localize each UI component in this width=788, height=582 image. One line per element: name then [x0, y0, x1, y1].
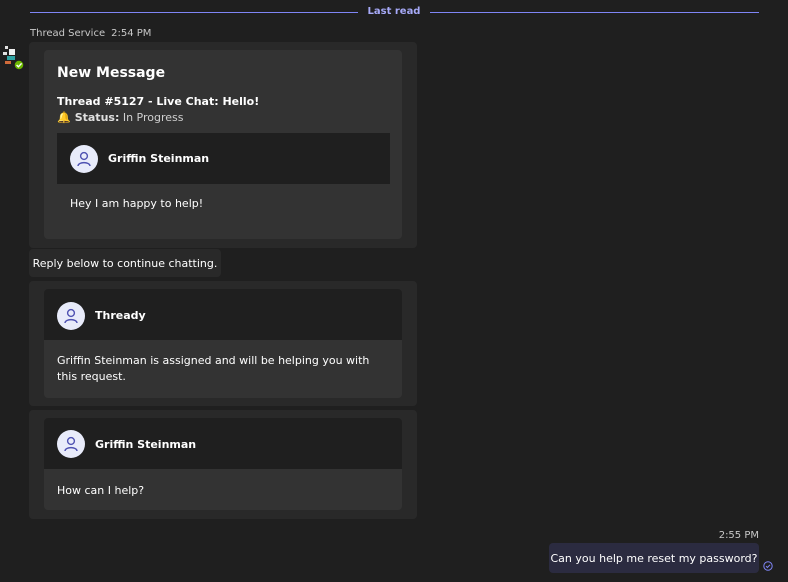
assigned-card: Thready Griffin Steinman is assigned and… — [44, 289, 402, 398]
new-message-card: New Message Thread #5127 - Live Chat: He… — [44, 50, 402, 239]
bell-icon: 🔔 — [57, 111, 71, 124]
agent-name: Griffin Steinman — [108, 152, 210, 165]
card-header: Griffin Steinman — [44, 418, 402, 469]
avatar[interactable] — [57, 302, 85, 330]
thread-title: Thread #5127 - Live Chat: Hello! — [57, 95, 260, 108]
status-line: 🔔 Status: In Progress — [57, 111, 184, 124]
reply-prompt: Reply below to continue chatting. — [29, 249, 221, 277]
last-read-divider-left — [30, 12, 358, 13]
avatar[interactable] — [57, 430, 85, 458]
agent-name: Griffin Steinman — [95, 438, 197, 451]
read-receipt-icon — [763, 561, 773, 571]
message-bubble: Griffin Steinman How can I help? — [29, 410, 417, 519]
thread-service-logo-icon — [3, 46, 25, 71]
last-read-label: Last read — [367, 6, 421, 17]
my-message-time: 2:55 PM — [718, 530, 759, 541]
avatar[interactable] — [70, 145, 98, 173]
my-message-bubble[interactable]: Can you help me reset my password? — [549, 543, 759, 573]
help-card: Griffin Steinman How can I help? — [44, 418, 402, 510]
bot-avatar[interactable] — [2, 44, 26, 72]
message-bubble: Thready Griffin Steinman is assigned and… — [29, 281, 417, 406]
status-value: In Progress — [122, 111, 184, 124]
message-meta: Thread Service 2:54 PM — [30, 28, 151, 39]
agent-header: Griffin Steinman — [57, 133, 390, 184]
card-body-text: How can I help? — [57, 484, 145, 497]
card-title: New Message — [57, 65, 166, 81]
last-read-divider-right — [430, 12, 759, 13]
message-bubble: New Message Thread #5127 - Live Chat: He… — [29, 42, 417, 248]
person-icon — [64, 308, 78, 324]
card-body-text: Griffin Steinman is assigned and will be… — [57, 354, 370, 383]
person-icon — [64, 436, 78, 452]
status-label: Status: — [74, 111, 120, 124]
message-time: 2:54 PM — [111, 28, 152, 39]
card-body-text: Hey I am happy to help! — [70, 197, 204, 210]
card-header: Thready — [44, 289, 402, 340]
sender-name[interactable]: Thread Service — [30, 28, 105, 39]
person-icon — [77, 151, 91, 167]
sender-name: Thready — [95, 309, 146, 322]
